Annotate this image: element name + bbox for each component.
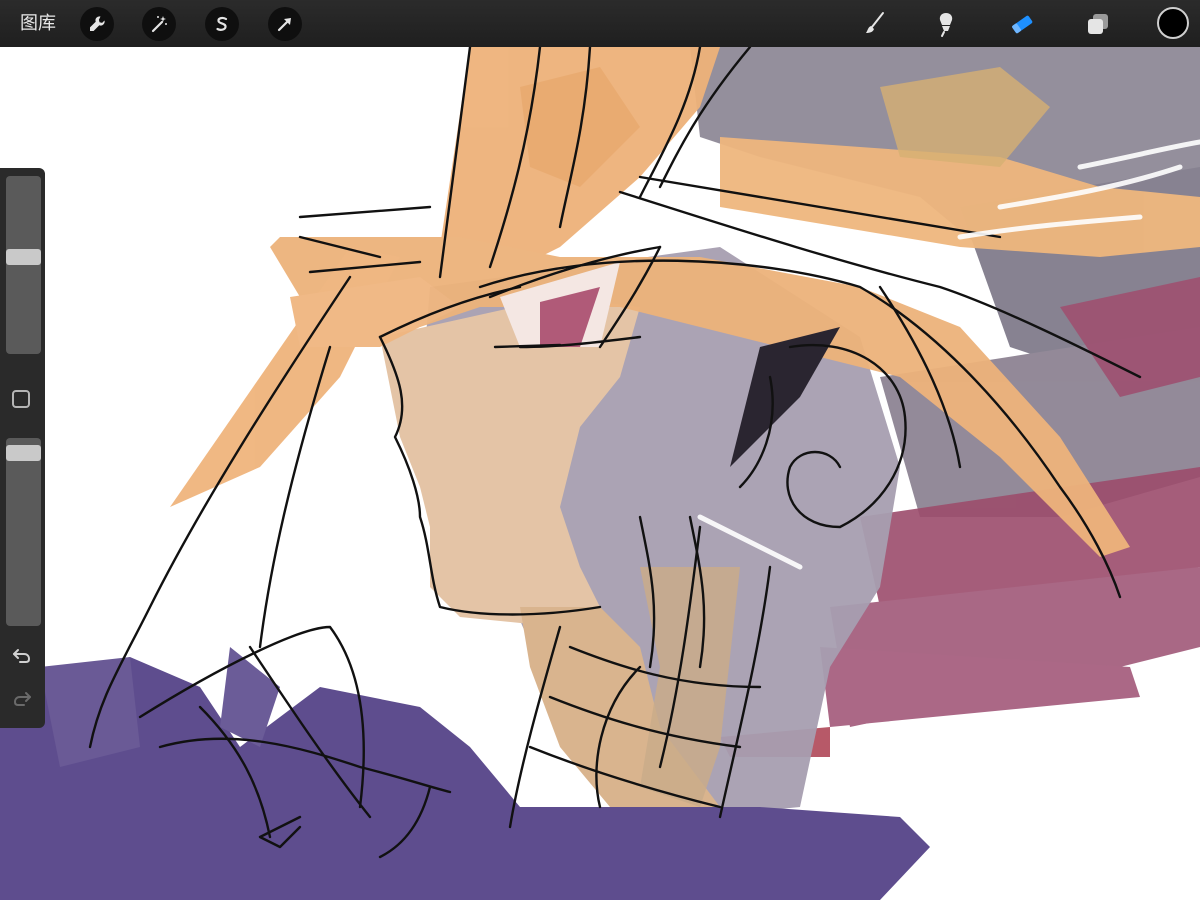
- procreate-app: 图库: [0, 0, 1200, 900]
- brush-opacity-slider[interactable]: [6, 438, 41, 626]
- wrench-icon: [90, 16, 105, 31]
- actions-button[interactable]: [80, 7, 114, 41]
- eraser-tool-button[interactable]: [1005, 7, 1039, 41]
- arrow-cursor-icon: [277, 18, 291, 32]
- redo-button[interactable]: [10, 686, 34, 710]
- brush-tool-button[interactable]: [857, 7, 891, 41]
- undo-icon: [13, 649, 31, 663]
- brush-size-slider[interactable]: [6, 176, 41, 354]
- redo-icon: [13, 692, 31, 706]
- brush-opacity-thumb[interactable]: [6, 445, 41, 461]
- gallery-button[interactable]: 图库: [20, 12, 56, 36]
- smudge-tool-button[interactable]: [929, 7, 963, 41]
- brush-size-thumb[interactable]: [6, 249, 41, 265]
- eraser-icon: [1012, 15, 1033, 34]
- adjustments-button[interactable]: [142, 7, 176, 41]
- brush-icon: [866, 12, 884, 33]
- square-modify-icon[interactable]: [12, 390, 30, 408]
- layers-icon: [1088, 14, 1108, 34]
- magic-wand-icon: [151, 16, 167, 33]
- transform-button[interactable]: [268, 7, 302, 41]
- layers-button[interactable]: [1081, 7, 1115, 41]
- smudge-icon: [939, 13, 953, 37]
- selection-button[interactable]: [205, 7, 239, 41]
- left-sidebar: [0, 168, 45, 728]
- drawing-canvas[interactable]: [0, 47, 1200, 900]
- top-toolbar: 图库: [0, 0, 1200, 47]
- selection-s-icon: [216, 16, 228, 31]
- color-picker-button[interactable]: [1157, 7, 1189, 39]
- undo-button[interactable]: [10, 643, 34, 667]
